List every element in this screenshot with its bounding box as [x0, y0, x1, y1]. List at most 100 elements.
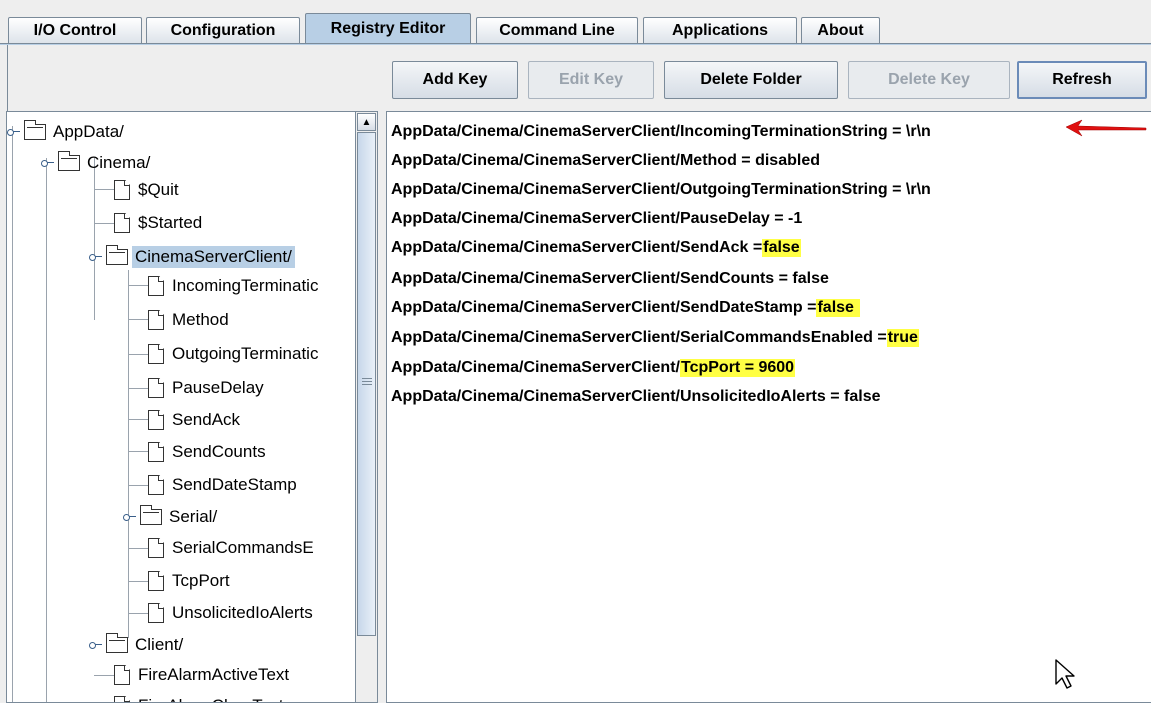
file-icon: [148, 310, 164, 330]
tree-node-label: Serial/: [169, 507, 218, 526]
tree-node-appdata[interactable]: AppData/: [7, 118, 127, 146]
entry-text: AppData/Cinema/CinemaServerClient/Serial…: [391, 329, 887, 346]
tree-node-label: AppData/: [53, 122, 124, 141]
tree-node-label: SendAck: [172, 410, 241, 429]
tree-node-send-ack[interactable]: SendAck: [148, 406, 243, 434]
tree-node-label: FireAlarmActiveText: [138, 665, 290, 684]
tree-node-unsolicited[interactable]: UnsolicitedIoAlerts: [148, 599, 316, 627]
expander-icon[interactable]: [7, 128, 21, 136]
tree-node-send-date-stamp[interactable]: SendDateStamp: [148, 471, 300, 499]
expander-icon[interactable]: [89, 641, 103, 649]
tree-node-client[interactable]: Client/: [89, 631, 186, 659]
mouse-cursor-icon: [1055, 659, 1075, 689]
tree-node-outgoing[interactable]: OutgoingTerminatic: [148, 340, 321, 368]
entry-text: AppData/Cinema/CinemaServerClient/Unsoli…: [391, 388, 881, 405]
delete-folder-button[interactable]: Delete Folder: [664, 61, 838, 99]
tree-node-pause-delay[interactable]: PauseDelay: [148, 374, 267, 402]
tree-node-label: Client/: [135, 635, 184, 654]
highlighted-value: true: [886, 329, 919, 347]
tree-node-fire-alarm-active[interactable]: FireAlarmActiveText: [114, 661, 292, 689]
file-icon: [148, 571, 164, 591]
registry-entry[interactable]: AppData/Cinema/CinemaServerClient/Incomi…: [391, 120, 931, 144]
tree-node-incoming[interactable]: IncomingTerminatic: [148, 272, 321, 300]
tree-scrollbar[interactable]: ▲: [355, 111, 378, 703]
tree-node-label: Cinema/: [87, 153, 151, 172]
file-icon: [114, 213, 130, 233]
tab-registry-editor[interactable]: Registry Editor: [305, 13, 471, 44]
tree-node-label: SendDateStamp: [172, 475, 297, 494]
delete-key-button[interactable]: Delete Key: [848, 61, 1010, 99]
expander-icon[interactable]: [123, 513, 137, 521]
entry-text: AppData/Cinema/CinemaServerClient/: [391, 359, 680, 376]
tree-node-label: CinemaServerClient/: [132, 246, 295, 268]
registry-entry[interactable]: AppData/Cinema/CinemaServerClient/Unsoli…: [391, 385, 880, 409]
tree-node-started[interactable]: $Started: [114, 209, 205, 237]
tab-io-control[interactable]: I/O Control: [8, 17, 142, 43]
toolbar: Add Key Edit Key Delete Folder Delete Ke…: [8, 55, 1151, 111]
file-icon: [114, 665, 130, 685]
file-icon: [148, 276, 164, 296]
tree-node-send-counts[interactable]: SendCounts: [148, 438, 269, 466]
registry-tree[interactable]: AppData/ Cinema/ $Quit $Started CinemaSe…: [6, 111, 360, 703]
registry-entry[interactable]: AppData/Cinema/CinemaServerClient/SendDa…: [391, 296, 860, 320]
tree-node-serial-commands[interactable]: SerialCommandsE: [148, 534, 317, 562]
file-icon: [148, 344, 164, 364]
file-icon: [114, 696, 130, 702]
tree-node-label: PauseDelay: [172, 378, 264, 397]
folder-icon: [24, 120, 46, 140]
entry-text: AppData/Cinema/CinemaServerClient/Method…: [391, 152, 820, 169]
tree-node-label: TcpPort: [172, 571, 230, 590]
tree-node-label: SendCounts: [172, 442, 266, 461]
registry-entry[interactable]: AppData/Cinema/CinemaServerClient/TcpPor…: [391, 356, 796, 380]
tree-node-label: SerialCommandsE: [172, 538, 314, 557]
registry-entry[interactable]: AppData/Cinema/CinemaServerClient/Outgoi…: [391, 178, 931, 202]
tree-node-label: FireAlarmClearText: [135, 695, 286, 702]
tree-node-label: $Quit: [138, 180, 179, 199]
expander-icon[interactable]: [89, 253, 103, 261]
edit-key-button[interactable]: Edit Key: [528, 61, 654, 99]
scroll-grip-icon: [362, 378, 372, 385]
entry-text: AppData/Cinema/CinemaServerClient/Incomi…: [391, 123, 931, 140]
folder-icon: [106, 633, 128, 653]
tab-about[interactable]: About: [801, 17, 880, 43]
registry-entry[interactable]: AppData/Cinema/CinemaServerClient/Method…: [391, 149, 820, 173]
file-icon: [148, 603, 164, 623]
tree-node-label: UnsolicitedIoAlerts: [172, 603, 313, 622]
expander-icon[interactable]: [41, 159, 55, 167]
registry-entry[interactable]: AppData/Cinema/CinemaServerClient/PauseD…: [391, 207, 802, 231]
registry-entry[interactable]: AppData/Cinema/CinemaServerClient/Serial…: [391, 326, 919, 350]
file-icon: [148, 378, 164, 398]
folder-icon: [140, 505, 162, 525]
scroll-up-arrow-icon[interactable]: ▲: [357, 113, 376, 131]
entry-text: AppData/Cinema/CinemaServerClient/SendCo…: [391, 270, 829, 287]
tree-node-cinema-server-client[interactable]: CinemaServerClient/: [89, 243, 295, 271]
registry-entry[interactable]: AppData/Cinema/CinemaServerClient/SendAc…: [391, 236, 801, 260]
file-icon: [148, 442, 164, 462]
tab-configuration[interactable]: Configuration: [146, 17, 300, 43]
tree-node-cinema[interactable]: Cinema/: [41, 149, 153, 177]
add-key-button[interactable]: Add Key: [392, 61, 518, 99]
refresh-button[interactable]: Refresh: [1017, 61, 1147, 99]
tree-node-quit[interactable]: $Quit: [114, 176, 182, 204]
registry-entry[interactable]: AppData/Cinema/CinemaServerClient/SendCo…: [391, 267, 829, 291]
tree-node-label: IncomingTerminatic: [172, 276, 319, 295]
tab-bar: I/O Control Configuration Registry Edito…: [0, 0, 1151, 48]
file-icon: [148, 410, 164, 430]
file-icon: [114, 180, 130, 200]
red-arrow-icon: [1065, 119, 1147, 137]
tree-node-serial[interactable]: Serial/: [123, 503, 220, 531]
file-icon: [148, 538, 164, 558]
tree-node-fire-alarm-clear[interactable]: FireAlarmClearText: [114, 692, 286, 702]
tree-node-label: OutgoingTerminatic: [172, 344, 319, 363]
folder-icon: [58, 151, 80, 171]
tree-node-tcp-port[interactable]: TcpPort: [148, 567, 233, 595]
highlighted-value: TcpPort = 9600: [679, 359, 796, 377]
scroll-thumb[interactable]: [357, 132, 376, 636]
tree-node-method[interactable]: Method: [148, 306, 232, 334]
entry-text: AppData/Cinema/CinemaServerClient/Outgoi…: [391, 181, 931, 198]
entry-text: AppData/Cinema/CinemaServerClient/SendAc…: [391, 239, 763, 256]
tree-node-label: Method: [172, 310, 229, 329]
tab-command-line[interactable]: Command Line: [476, 17, 638, 43]
tab-applications[interactable]: Applications: [643, 17, 797, 43]
registry-values-list[interactable]: AppData/Cinema/CinemaServerClient/Incomi…: [386, 111, 1151, 703]
